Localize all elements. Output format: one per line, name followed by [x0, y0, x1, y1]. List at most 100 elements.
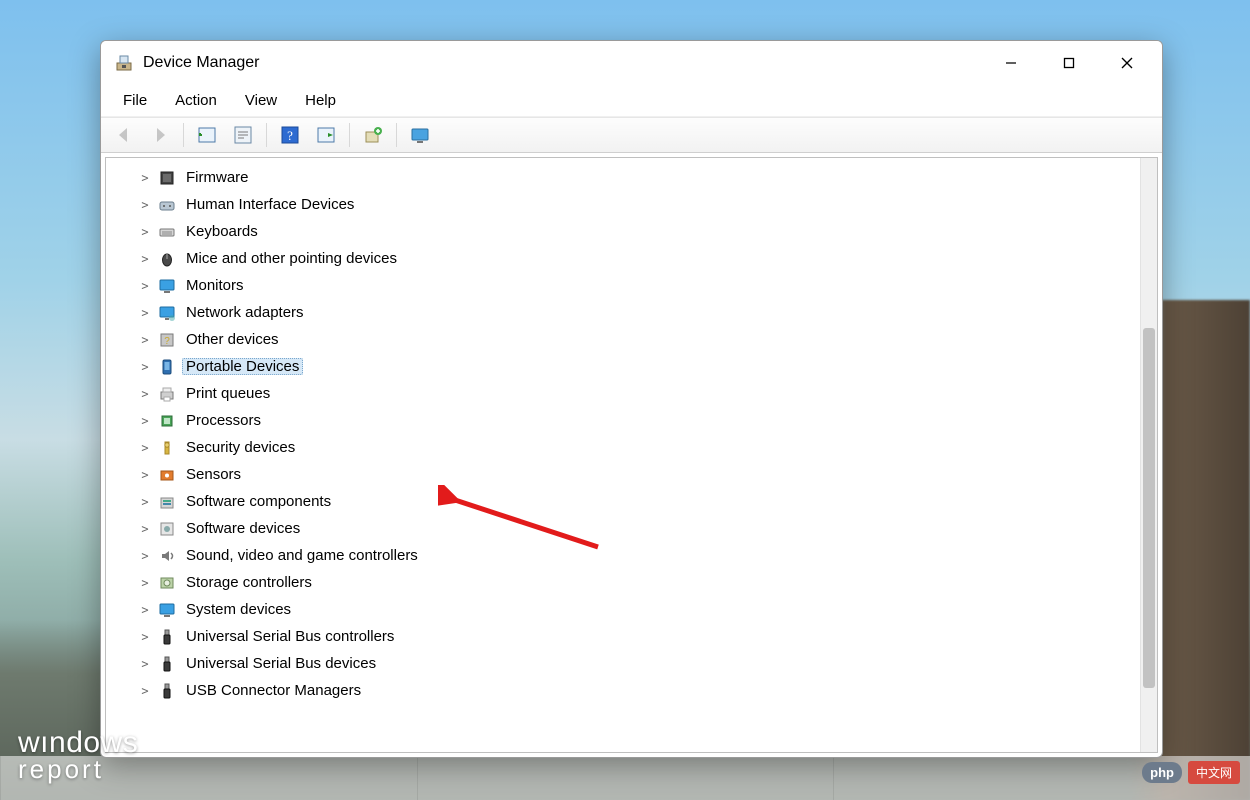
titlebar[interactable]: Device Manager — [101, 41, 1162, 85]
tree-node-label: System devices — [182, 601, 295, 618]
expand-chevron-icon[interactable]: > — [138, 334, 152, 346]
menu-file[interactable]: File — [111, 88, 159, 113]
minimize-button[interactable] — [982, 43, 1040, 83]
expand-chevron-icon[interactable]: > — [138, 199, 152, 211]
expand-chevron-icon[interactable]: > — [138, 442, 152, 454]
usb-icon — [158, 655, 176, 673]
tree-node[interactable]: >USB Connector Managers — [132, 677, 1140, 704]
vertical-scrollbar[interactable] — [1140, 158, 1157, 752]
menu-action[interactable]: Action — [163, 88, 229, 113]
tree-node-label: Monitors — [182, 277, 248, 294]
toolbar: ? — [101, 117, 1162, 153]
toolbar-back-button[interactable] — [107, 121, 141, 149]
tree-node[interactable]: > Storage controllers — [132, 569, 1140, 596]
keyboard-icon — [158, 223, 176, 241]
watermark: wındows report — [18, 729, 138, 782]
toolbar-show-hidden-button[interactable] — [190, 121, 224, 149]
tree-node[interactable]: >Software devices — [132, 515, 1140, 542]
expand-chevron-icon[interactable]: > — [138, 361, 152, 373]
other-icon: ? — [158, 331, 176, 349]
toolbar-scan-hardware-button[interactable] — [309, 121, 343, 149]
tree-node[interactable]: > Mice and other pointing devices — [132, 245, 1140, 272]
taskbar — [0, 756, 1250, 800]
tree-node[interactable]: > Processors — [132, 407, 1140, 434]
tree-node[interactable]: > Sound, video and game controllers — [132, 542, 1140, 569]
tree-node-label: Mice and other pointing devices — [182, 250, 401, 267]
close-button[interactable] — [1098, 43, 1156, 83]
tree-node[interactable]: > Universal Serial Bus controllers — [132, 623, 1140, 650]
tree-node-label: Firmware — [182, 169, 253, 186]
tree-node[interactable]: >? Other devices — [132, 326, 1140, 353]
expand-chevron-icon[interactable]: > — [138, 631, 152, 643]
tree-node[interactable]: >Keyboards — [132, 218, 1140, 245]
usb-icon — [158, 628, 176, 646]
expand-chevron-icon[interactable]: > — [138, 496, 152, 508]
expand-chevron-icon[interactable]: > — [138, 307, 152, 319]
tree-node[interactable]: > Sensors — [132, 461, 1140, 488]
sensors-icon — [158, 466, 176, 484]
usb-icon — [158, 682, 176, 700]
toolbar-properties-button[interactable] — [226, 121, 260, 149]
tree-node[interactable]: >Software components — [132, 488, 1140, 515]
toolbar-forward-button[interactable] — [143, 121, 177, 149]
tree-node-label: Network adapters — [182, 304, 308, 321]
swdev-icon — [158, 520, 176, 538]
expand-chevron-icon[interactable]: > — [138, 226, 152, 238]
expand-chevron-icon[interactable]: > — [138, 550, 152, 562]
monitor-icon — [158, 277, 176, 295]
watermark-line-2: report — [18, 757, 138, 782]
expand-chevron-icon[interactable]: > — [138, 523, 152, 535]
tree-node-label: Universal Serial Bus devices — [182, 655, 380, 672]
expand-chevron-icon[interactable]: > — [138, 577, 152, 589]
php-badge: php 中文网 — [1142, 761, 1240, 784]
menu-help[interactable]: Help — [293, 88, 348, 113]
expand-chevron-icon[interactable]: > — [138, 658, 152, 670]
tree-node[interactable]: > System devices — [132, 596, 1140, 623]
expand-chevron-icon[interactable]: > — [138, 604, 152, 616]
security-icon — [158, 439, 176, 457]
device-tree[interactable]: > Firmware > Human Interface Devices >Keyboa… — [106, 158, 1140, 752]
maximize-button[interactable] — [1040, 43, 1098, 83]
tree-node[interactable]: > Network adapters — [132, 299, 1140, 326]
tree-node-label: Sensors — [182, 466, 245, 483]
tree-node[interactable]: > Human Interface Devices — [132, 191, 1140, 218]
expand-chevron-icon[interactable]: > — [138, 388, 152, 400]
tree-node-label: Universal Serial Bus controllers — [182, 628, 398, 645]
toolbar-help-button[interactable]: ? — [273, 121, 307, 149]
expand-chevron-icon[interactable]: > — [138, 172, 152, 184]
expand-chevron-icon[interactable]: > — [138, 253, 152, 265]
php-badge-right: 中文网 — [1188, 761, 1240, 784]
tree-node-label: Processors — [182, 412, 265, 429]
tree-node[interactable]: >Portable Devices — [132, 353, 1140, 380]
tree-node-label: Human Interface Devices — [182, 196, 358, 213]
tree-node-label: Other devices — [182, 331, 283, 348]
printer-icon — [158, 385, 176, 403]
tree-node-label: Security devices — [182, 439, 299, 456]
hid-icon — [158, 196, 176, 214]
toolbar-add-legacy-button[interactable] — [356, 121, 390, 149]
php-badge-left: php — [1142, 762, 1182, 783]
content-pane: > Firmware > Human Interface Devices >Keyboa… — [105, 157, 1158, 753]
scrollbar-thumb[interactable] — [1143, 328, 1155, 688]
toolbar-separator — [396, 123, 397, 147]
menubar: File Action View Help — [101, 85, 1162, 117]
swcomp-icon — [158, 493, 176, 511]
expand-chevron-icon[interactable]: > — [138, 280, 152, 292]
tree-node-label: Storage controllers — [182, 574, 316, 591]
tree-node-label: Print queues — [182, 385, 274, 402]
firmware-icon — [158, 169, 176, 187]
tree-node[interactable]: > Security devices — [132, 434, 1140, 461]
expand-chevron-icon[interactable]: > — [138, 415, 152, 427]
expand-chevron-icon[interactable]: > — [138, 469, 152, 481]
device-manager-icon — [115, 54, 133, 72]
expand-chevron-icon[interactable]: > — [138, 685, 152, 697]
tree-node[interactable]: > Firmware — [132, 164, 1140, 191]
tree-node[interactable]: > Universal Serial Bus devices — [132, 650, 1140, 677]
tree-node-label: Sound, video and game controllers — [182, 547, 422, 564]
tree-node[interactable]: > Print queues — [132, 380, 1140, 407]
storage-icon — [158, 574, 176, 592]
tree-node[interactable]: > Monitors — [132, 272, 1140, 299]
toolbar-separator — [183, 123, 184, 147]
menu-view[interactable]: View — [233, 88, 289, 113]
toolbar-devices-view-button[interactable] — [403, 121, 437, 149]
